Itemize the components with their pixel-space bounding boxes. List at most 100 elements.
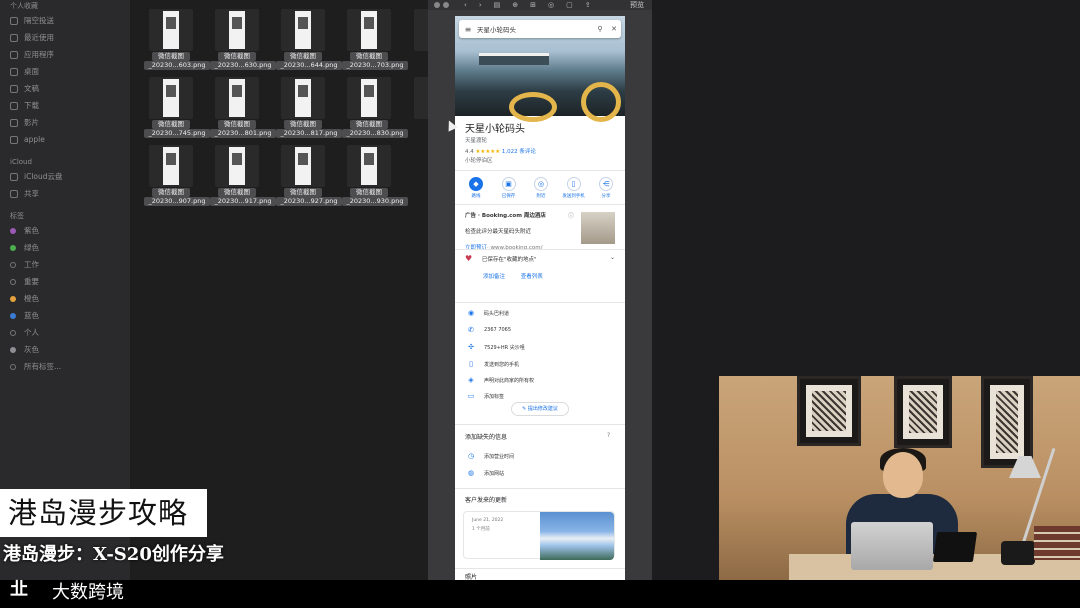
desktop-background bbox=[652, 0, 1080, 376]
file-item[interactable]: 微信截图 _20230...630.png bbox=[204, 0, 276, 70]
ferry-shape bbox=[479, 53, 549, 65]
sidebar-tag-label: 重要 bbox=[24, 277, 39, 286]
sidebar-item[interactable]: iCloud云盘 bbox=[0, 168, 130, 185]
wall-art-frame bbox=[894, 376, 952, 448]
tag-color-dot bbox=[10, 244, 16, 251]
preview-title: 预览 bbox=[630, 1, 644, 9]
review-count-link[interactable]: 1,022 条评论 bbox=[502, 149, 536, 155]
file-item-partial[interactable] bbox=[402, 0, 428, 70]
sidebar-tag[interactable]: 蓝色 bbox=[0, 307, 130, 324]
file-item[interactable]: 微信截图 _20230...603.png bbox=[138, 0, 210, 70]
file-item[interactable]: 微信截图 _20230...644.png bbox=[270, 0, 342, 70]
sidebar-tag[interactable]: 紫色 bbox=[0, 222, 130, 239]
file-name-line1: 微信截图 bbox=[218, 188, 256, 197]
file-item[interactable]: 微信截图 _20230...801.png bbox=[204, 68, 276, 138]
sidebar-tag-label: 个人 bbox=[24, 328, 39, 337]
missing-info-row[interactable]: ◍ 添加网站 bbox=[465, 469, 504, 477]
file-item[interactable]: 微信截图 _20230...907.png bbox=[138, 136, 210, 206]
sidebar-tag[interactable]: 工作 bbox=[0, 256, 130, 273]
search-icon[interactable]: ⚲ bbox=[593, 25, 607, 33]
view-list-link[interactable]: 查看列表 bbox=[521, 274, 543, 280]
info-row[interactable]: ◈ 声明对此商家的所有权 bbox=[465, 376, 534, 384]
ad-book-link[interactable]: 立即预订 bbox=[465, 245, 487, 251]
sidebar-item[interactable]: 最近使用 bbox=[0, 29, 130, 46]
file-name-line1: 微信截图 bbox=[284, 188, 322, 197]
place-actions: ◆ 路线 ▣ 已保存 ◎ 附近 ▯ 发送到手机 ⋲ 分享 bbox=[461, 177, 621, 199]
suggest-edit-button[interactable]: ✎ 提出修改建议 bbox=[511, 402, 569, 416]
sidebar-toggle-icon[interactable] bbox=[443, 2, 449, 8]
info-row[interactable]: ✆ 2367 7065 bbox=[465, 326, 511, 334]
sidebar-tag[interactable]: 绿色 bbox=[0, 239, 130, 256]
forward-icon[interactable]: › bbox=[479, 1, 482, 9]
action-button[interactable]: ▯ 发送到手机 bbox=[559, 177, 589, 199]
file-item[interactable]: 微信截图 _20230...817.png bbox=[270, 68, 342, 138]
zoom-icon[interactable]: ⊕ bbox=[512, 1, 518, 9]
sidebar-tag[interactable]: 重要 bbox=[0, 273, 130, 290]
file-item[interactable]: 微信截图 _20230...830.png bbox=[336, 68, 408, 138]
tag-color-dot bbox=[10, 329, 16, 336]
chevron-down-icon[interactable]: ⌄ bbox=[610, 254, 615, 261]
info-row[interactable]: ▯ 发送到您的手机 bbox=[465, 360, 519, 368]
sidebar-item[interactable]: 共享 bbox=[0, 185, 130, 202]
sidebar-tag[interactable]: 个人 bbox=[0, 324, 130, 341]
page-preview bbox=[361, 79, 377, 117]
file-item[interactable]: 微信截图 _20230...917.png bbox=[204, 136, 276, 206]
divider bbox=[455, 170, 625, 171]
sidebar-tag-label: 紫色 bbox=[24, 226, 39, 235]
sidebar-tag[interactable]: 灰色 bbox=[0, 341, 130, 358]
action-button[interactable]: ▣ 已保存 bbox=[494, 177, 524, 199]
file-item-partial[interactable] bbox=[402, 68, 428, 138]
sidebar-item[interactable]: apple bbox=[0, 131, 130, 148]
back-icon[interactable]: ‹ bbox=[464, 1, 467, 9]
markup-icon[interactable]: ◎ bbox=[548, 1, 554, 9]
sidebar-item[interactable]: 应用程序 bbox=[0, 46, 130, 63]
action-button[interactable]: ◆ 路线 bbox=[461, 177, 491, 199]
update-card[interactable]: June 21, 2022 1 个月前 bbox=[463, 511, 615, 560]
sidebar-item[interactable]: 下载 bbox=[0, 97, 130, 114]
sidebar-item-label: 最近使用 bbox=[24, 33, 54, 42]
share-icon[interactable]: ⇪ bbox=[585, 1, 591, 9]
help-icon[interactable]: ? bbox=[607, 432, 610, 439]
action-button[interactable]: ◎ 附近 bbox=[526, 177, 556, 199]
sidebar-tag[interactable]: 橙色 bbox=[0, 290, 130, 307]
missing-row-text: 添加营业时间 bbox=[484, 453, 515, 460]
grid-icon[interactable]: ⊞ bbox=[530, 1, 536, 9]
info-row[interactable]: ✣ 7529+HR 尖沙咀 bbox=[465, 343, 525, 351]
info-row-text: 7529+HR 尖沙咀 bbox=[484, 344, 525, 351]
sidebar-header-favorites: 个人收藏 bbox=[10, 2, 38, 10]
sidebar-item[interactable]: 隔空投送 bbox=[0, 12, 130, 29]
maps-search-bar[interactable]: ≡ 天星小轮码头 ⚲ ✕ bbox=[459, 20, 621, 38]
rotate-icon[interactable]: ▢ bbox=[566, 1, 573, 9]
add-note-link[interactable]: 添加备注 bbox=[483, 274, 505, 280]
file-thumbnail bbox=[149, 77, 193, 119]
file-item[interactable]: 微信截图 _20230...703.png bbox=[336, 0, 408, 70]
sidebar-item[interactable]: 桌面 bbox=[0, 63, 130, 80]
file-item[interactable]: 微信截图 _20230...927.png bbox=[270, 136, 342, 206]
sidebar-item[interactable]: 影片 bbox=[0, 114, 130, 131]
menu-icon[interactable]: ≡ bbox=[459, 25, 477, 34]
close-icon[interactable]: ✕ bbox=[607, 25, 621, 33]
sidebar-item[interactable]: 文稿 bbox=[0, 80, 130, 97]
video-subtitle: 港岛漫步：X-S20创作分享 bbox=[3, 544, 224, 565]
info-row[interactable]: ▭ 添加标签 bbox=[465, 392, 504, 400]
file-name-line1: 微信截图 bbox=[284, 52, 322, 61]
sidebar-tag[interactable]: 所有标签... bbox=[0, 358, 130, 375]
file-item[interactable]: 微信截图 _20230...745.png bbox=[138, 68, 210, 138]
file-name-line2: _20230...927.png bbox=[276, 197, 342, 206]
file-thumbnail bbox=[149, 9, 193, 51]
search-input[interactable]: 天星小轮码头 bbox=[477, 24, 593, 34]
info-icon[interactable]: ⓘ bbox=[568, 211, 574, 220]
update-photo bbox=[540, 512, 614, 560]
hotel-thumbnail[interactable] bbox=[581, 212, 615, 244]
update-age: 1 个月前 bbox=[472, 527, 490, 532]
info-row[interactable]: ◉ 码头巴利道 bbox=[465, 309, 509, 317]
info-icon[interactable]: ▤ bbox=[494, 1, 501, 9]
file-thumbnail bbox=[281, 9, 325, 51]
file-thumbnail bbox=[215, 145, 259, 187]
missing-info-row[interactable]: ◷ 添加营业时间 bbox=[465, 452, 514, 460]
close-icon[interactable] bbox=[434, 2, 440, 8]
file-item[interactable]: 微信截图 _20230...930.png bbox=[336, 136, 408, 206]
action-label: 已保存 bbox=[501, 194, 516, 199]
saved-list-row[interactable]: ♥ 已保存在"收藏的地点" ⌄ bbox=[465, 254, 615, 263]
action-button[interactable]: ⋲ 分享 bbox=[591, 177, 621, 199]
